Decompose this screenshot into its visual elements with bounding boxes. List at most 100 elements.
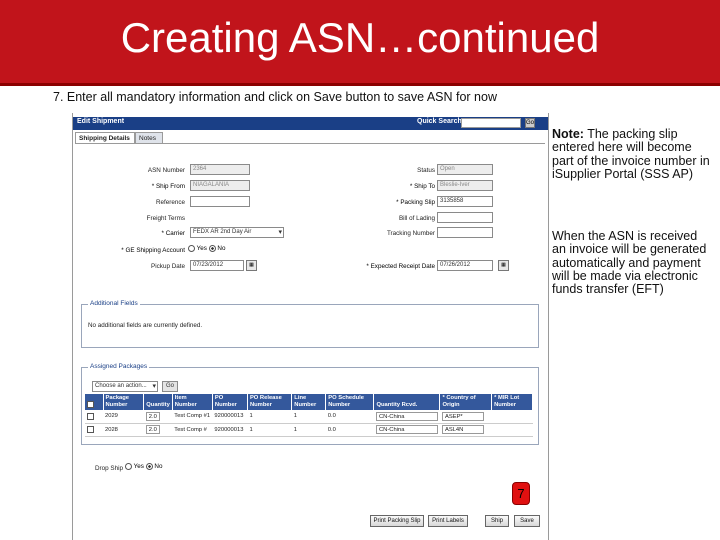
pickup-date-label: Pickup Date bbox=[151, 263, 185, 270]
col-package-number: Package Number bbox=[103, 394, 145, 410]
col-quantity: Quantity bbox=[143, 394, 173, 410]
country-of-origin-select[interactable]: CN-China bbox=[375, 411, 438, 421]
drop-ship-yes-radio[interactable] bbox=[125, 463, 132, 470]
packing-slip-label: * Packing Slip bbox=[396, 199, 435, 206]
tab-divider bbox=[75, 143, 545, 144]
table-row: 2029 2.0 Test Comp #1 920000013 1 1 0.0 … bbox=[85, 410, 533, 424]
print-labels-button[interactable]: Print Labels bbox=[428, 515, 468, 527]
drop-ship-label: Drop Ship bbox=[95, 465, 124, 472]
quantity-input[interactable]: 2.0 bbox=[145, 411, 160, 421]
package-number-cell: 2028 bbox=[103, 423, 144, 437]
drop-ship-no-label: No bbox=[154, 463, 163, 471]
pickup-date-field[interactable]: 07/23/2012 bbox=[190, 260, 244, 271]
status-label: Status bbox=[417, 167, 435, 174]
tab-notes[interactable]: Notes bbox=[135, 132, 163, 143]
table-row: 2028 2.0 Test Comp # 920000013 1 1 0.0 C… bbox=[85, 423, 533, 437]
package-action-go-button[interactable]: Go bbox=[162, 381, 178, 392]
ge-account-yes-radio[interactable] bbox=[188, 245, 195, 252]
slide-title: Creating ASN…continued bbox=[120, 14, 600, 61]
package-number-cell: 2029 bbox=[103, 410, 144, 424]
expected-receipt-calendar-icon[interactable]: ▦ bbox=[498, 260, 509, 271]
assigned-packages-title: Assigned Packages bbox=[88, 363, 150, 370]
packing-slip-field[interactable]: 3135858 bbox=[437, 196, 493, 207]
col-item-number: Item Number bbox=[172, 394, 213, 410]
quantity-received-cell: 0.0 bbox=[325, 410, 374, 424]
reference-field[interactable] bbox=[190, 196, 250, 207]
select-all-checkbox-cell bbox=[85, 394, 104, 410]
mir-lot-cell: ASEP* bbox=[439, 410, 492, 424]
line-number-cell: 1 bbox=[291, 410, 326, 424]
quantity-input[interactable]: 2.0 bbox=[145, 425, 160, 434]
bill-of-lading-label: Bill of Lading bbox=[398, 215, 435, 222]
quick-search-go-button[interactable]: Go bbox=[525, 118, 535, 128]
tracking-number-field[interactable] bbox=[437, 227, 493, 238]
bill-of-lading-field[interactable] bbox=[437, 212, 493, 223]
packing-slip-note: Note: The packing slip entered here will… bbox=[552, 127, 712, 181]
asn-screenshot: Edit Shipment Quick Search Go Shipping D… bbox=[72, 113, 549, 540]
note-label: Note: bbox=[552, 127, 584, 141]
ge-shipping-account-radios: Yes No bbox=[188, 245, 225, 252]
ge-account-no-label: No bbox=[217, 245, 226, 253]
ship-to-field: Bleslie-Iver bbox=[437, 180, 493, 191]
additional-fields-box: Additional Fields No additional fields a… bbox=[81, 300, 539, 348]
col-country-of-origin: * Country of Origin bbox=[439, 394, 493, 410]
asn-number-field: 2364 bbox=[190, 164, 250, 175]
col-po-number: PO Number bbox=[212, 394, 248, 410]
package-action-select[interactable]: Choose an action... bbox=[92, 381, 158, 392]
status-field: Open bbox=[437, 164, 493, 175]
row-checkbox[interactable] bbox=[87, 425, 94, 433]
row-checkbox-cell bbox=[85, 410, 103, 424]
quantity-cell: 2.0 bbox=[143, 410, 173, 424]
pickup-date-calendar-icon[interactable]: ▦ bbox=[246, 260, 257, 271]
additional-fields-title: Additional Fields bbox=[88, 300, 140, 307]
expected-receipt-date-label: * Expected Receipt Date bbox=[366, 263, 435, 270]
col-po-schedule-number: PO Schedule Number bbox=[325, 394, 375, 410]
step-7-marker: 7 bbox=[512, 482, 530, 505]
country-of-origin-cell: CN-China bbox=[373, 423, 440, 437]
instruction-text: 7. Enter all mandatory information and c… bbox=[53, 90, 497, 104]
additional-fields-message: No additional fields are currently defin… bbox=[88, 322, 203, 329]
line-number-cell: 1 bbox=[291, 423, 326, 437]
ship-button[interactable]: Ship bbox=[485, 515, 509, 527]
banner-underline bbox=[0, 83, 720, 86]
item-number-cell: Test Comp #1 bbox=[172, 410, 213, 424]
ge-shipping-account-label: * GE Shipping Account bbox=[121, 247, 185, 254]
ge-account-no-radio[interactable] bbox=[208, 245, 216, 252]
app-header-bar: Edit Shipment Quick Search Go bbox=[73, 117, 548, 130]
po-release-cell: 1 bbox=[247, 410, 292, 424]
quantity-received-cell: 0.0 bbox=[325, 423, 374, 437]
quick-search-input[interactable] bbox=[461, 118, 521, 128]
expected-receipt-date-field[interactable]: 07/26/2012 bbox=[437, 260, 493, 271]
select-all-checkbox[interactable] bbox=[87, 400, 94, 408]
mir-lot-input[interactable]: ASEP* bbox=[441, 411, 484, 421]
tracking-number-label: Tracking Number bbox=[386, 230, 435, 237]
row-checkbox-cell bbox=[85, 423, 103, 437]
drop-ship-no-radio[interactable] bbox=[145, 463, 153, 470]
po-number-cell: 920000013 bbox=[212, 423, 248, 437]
carrier-label: * Carrier bbox=[161, 230, 185, 237]
row-checkbox[interactable] bbox=[87, 412, 94, 420]
country-of-origin-select[interactable]: CN-China bbox=[375, 425, 438, 434]
col-quantity-received: Quantity Rcvd. bbox=[373, 394, 441, 410]
col-po-release-number: PO Release Number bbox=[247, 394, 293, 410]
print-packing-slip-button[interactable]: Print Packing Slip bbox=[370, 515, 424, 527]
asn-number-label: ASN Number bbox=[147, 167, 185, 174]
ship-to-label: * Ship To bbox=[409, 183, 435, 190]
drop-ship-yes-label: Yes bbox=[133, 463, 144, 471]
ge-account-yes-label: Yes bbox=[196, 245, 207, 253]
col-mir-lot-number: * MIR Lot Number bbox=[491, 394, 533, 410]
mir-lot-cell: ASL4N bbox=[439, 423, 492, 437]
carrier-select[interactable]: FEDX AR 2nd Day Air bbox=[190, 227, 284, 238]
country-of-origin-cell: CN-China bbox=[373, 410, 440, 424]
save-button[interactable]: Save bbox=[514, 515, 540, 527]
col-line-number: Line Number bbox=[291, 394, 327, 410]
po-release-cell: 1 bbox=[247, 423, 292, 437]
tab-shipping-details[interactable]: Shipping Details bbox=[75, 132, 135, 143]
quick-search-label: Quick Search bbox=[417, 118, 462, 125]
assigned-packages-table: Package Number Quantity Item Number PO N… bbox=[85, 394, 533, 437]
drop-ship-radios: Yes No bbox=[125, 463, 162, 470]
mir-lot-input[interactable]: ASL4N bbox=[441, 425, 484, 434]
freight-terms-label: Freight Terms bbox=[146, 215, 185, 222]
table-header-row: Package Number Quantity Item Number PO N… bbox=[85, 394, 533, 410]
ship-from-label: * Ship From bbox=[151, 183, 185, 190]
